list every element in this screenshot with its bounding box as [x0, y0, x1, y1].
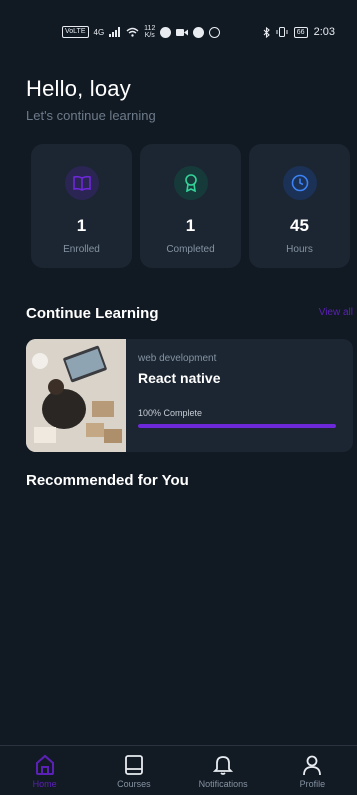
stats-row: 1 Enrolled 1 Completed 45 Hours	[31, 144, 350, 268]
stat-value: 1	[76, 216, 87, 235]
user-icon	[303, 755, 322, 776]
stat-value: 45	[290, 216, 309, 235]
battery-icon: 66	[293, 26, 308, 38]
stat-value: 1	[185, 216, 196, 235]
course-info: web development React native 100% Comple…	[126, 339, 353, 452]
whatsapp-icon	[209, 26, 221, 38]
wifi-icon	[126, 27, 139, 37]
nav-item-profile[interactable]: Profile	[272, 754, 352, 789]
progress-fill	[138, 424, 336, 428]
app-notification-icon-2	[193, 26, 205, 38]
course-thumbnail	[26, 339, 126, 452]
course-progress-label: 100% Complete	[138, 408, 203, 418]
stat-icon-bg	[282, 166, 317, 200]
nav-item-courses[interactable]: Courses	[94, 754, 174, 789]
network-speed: 112 K/s	[144, 25, 155, 39]
home-icon	[35, 754, 54, 775]
stat-card-enrolled[interactable]: 1 Enrolled	[31, 144, 132, 268]
clock-time: 2:03	[313, 26, 335, 38]
signal-icon	[109, 27, 121, 37]
stat-label: Hours	[286, 244, 313, 255]
nav-item-notifications[interactable]: Notifications	[183, 754, 263, 789]
recommended-title: Recommended for You	[26, 472, 189, 489]
bell-icon	[213, 756, 234, 775]
nav-label: Profile	[299, 779, 326, 789]
award-icon	[184, 174, 197, 192]
video-icon	[176, 28, 189, 36]
nav-label: Notifications	[198, 779, 248, 789]
clock-icon	[291, 174, 308, 192]
stat-label: Completed	[166, 244, 215, 255]
stat-icon-bg	[64, 166, 99, 200]
speed-value: 112	[144, 25, 156, 32]
course-name: React native	[138, 370, 221, 386]
bottom-nav: Home Courses Notifications Profile	[0, 745, 357, 795]
greeting: Hello, loay Let's continue learning	[26, 76, 156, 123]
status-right: 66 2:03	[263, 26, 335, 38]
volte-badge: VoLTE	[62, 26, 89, 38]
vibrate-icon	[276, 27, 288, 37]
status-bar: VoLTE 4G 112 K/s 66 2:03	[0, 0, 357, 64]
network-label: 4G	[93, 27, 105, 37]
stat-card-completed[interactable]: 1 Completed	[140, 144, 241, 268]
app-notification-icon	[160, 26, 172, 38]
stat-label: Enrolled	[63, 244, 100, 255]
status-left: VoLTE 4G 112 K/s	[62, 25, 221, 39]
nav-label: Courses	[117, 779, 151, 789]
book-icon	[124, 755, 143, 775]
bluetooth-icon	[263, 26, 270, 38]
course-category: web development	[138, 353, 217, 364]
stat-icon-bg	[173, 166, 208, 200]
greeting-title: Hello, loay	[26, 76, 131, 101]
progress-track	[138, 424, 336, 428]
continue-learning-title: Continue Learning	[26, 305, 159, 322]
speed-unit: K/s	[144, 32, 155, 39]
course-card[interactable]: web development React native 100% Comple…	[26, 339, 353, 452]
book-icon	[72, 175, 91, 191]
course-image	[26, 339, 126, 452]
view-all-link[interactable]: View all	[319, 307, 353, 318]
nav-label: Home	[32, 779, 57, 789]
stat-card-hours[interactable]: 45 Hours	[249, 144, 350, 268]
nav-item-home[interactable]: Home	[5, 754, 85, 789]
greeting-subtitle: Let's continue learning	[26, 108, 156, 123]
